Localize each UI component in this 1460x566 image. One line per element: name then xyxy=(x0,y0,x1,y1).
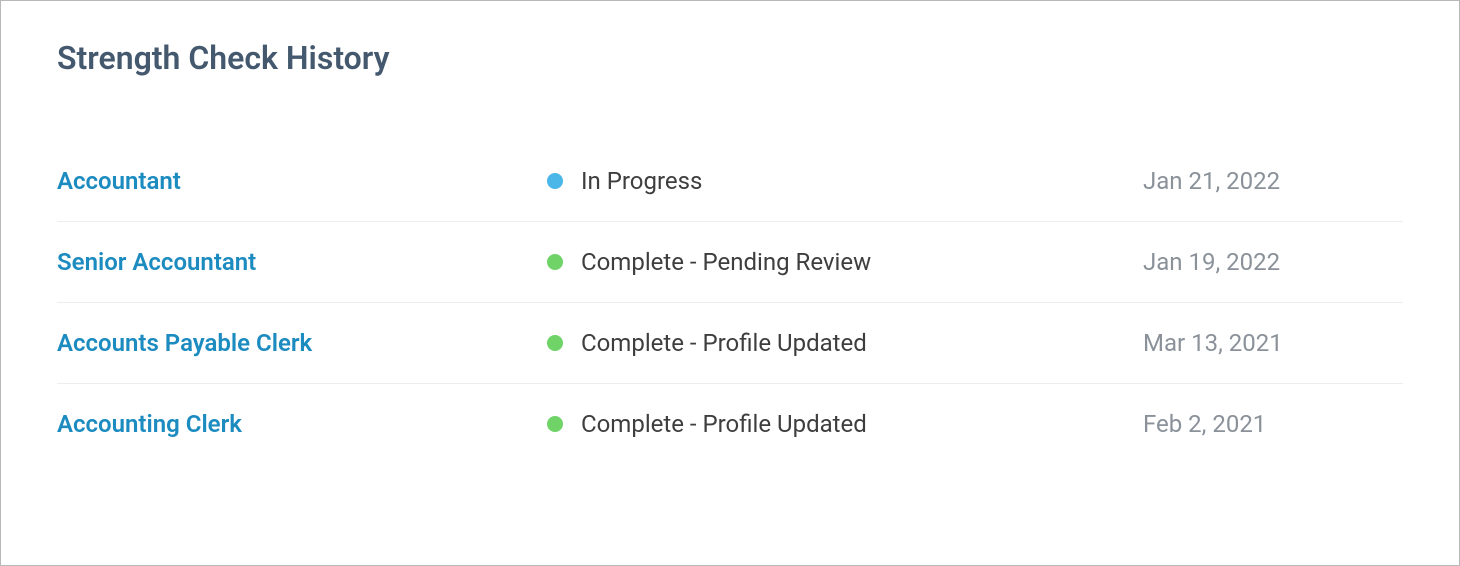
strength-check-history-panel: Strength Check History Accountant In Pro… xyxy=(0,0,1460,566)
role-cell: Accounts Payable Clerk xyxy=(57,329,547,357)
status-cell: Complete - Profile Updated xyxy=(547,410,1143,438)
role-cell: Accountant xyxy=(57,167,547,195)
panel-title: Strength Check History xyxy=(57,39,1403,77)
date-cell: Jan 19, 2022 xyxy=(1143,248,1403,276)
role-link-accounts-payable-clerk[interactable]: Accounts Payable Clerk xyxy=(57,329,312,357)
history-row: Accounting Clerk Complete - Profile Upda… xyxy=(57,384,1403,464)
role-cell: Senior Accountant xyxy=(57,248,547,276)
status-text: Complete - Pending Review xyxy=(581,248,871,276)
history-row: Accountant In Progress Jan 21, 2022 xyxy=(57,167,1403,222)
status-dot-icon xyxy=(547,173,563,189)
history-list: Accountant In Progress Jan 21, 2022 Seni… xyxy=(57,167,1403,464)
status-text: Complete - Profile Updated xyxy=(581,410,867,438)
status-text: Complete - Profile Updated xyxy=(581,329,867,357)
status-dot-icon xyxy=(547,254,563,270)
status-dot-icon xyxy=(547,335,563,351)
history-row: Senior Accountant Complete - Pending Rev… xyxy=(57,222,1403,303)
status-cell: Complete - Pending Review xyxy=(547,248,1143,276)
status-cell: In Progress xyxy=(547,167,1143,195)
status-dot-icon xyxy=(547,416,563,432)
role-link-accountant[interactable]: Accountant xyxy=(57,167,181,195)
role-link-senior-accountant[interactable]: Senior Accountant xyxy=(57,248,256,276)
date-cell: Mar 13, 2021 xyxy=(1143,329,1403,357)
history-row: Accounts Payable Clerk Complete - Profil… xyxy=(57,303,1403,384)
date-cell: Jan 21, 2022 xyxy=(1143,167,1403,195)
role-cell: Accounting Clerk xyxy=(57,410,547,438)
role-link-accounting-clerk[interactable]: Accounting Clerk xyxy=(57,410,242,438)
status-cell: Complete - Profile Updated xyxy=(547,329,1143,357)
status-text: In Progress xyxy=(581,167,702,195)
date-cell: Feb 2, 2021 xyxy=(1143,410,1403,438)
